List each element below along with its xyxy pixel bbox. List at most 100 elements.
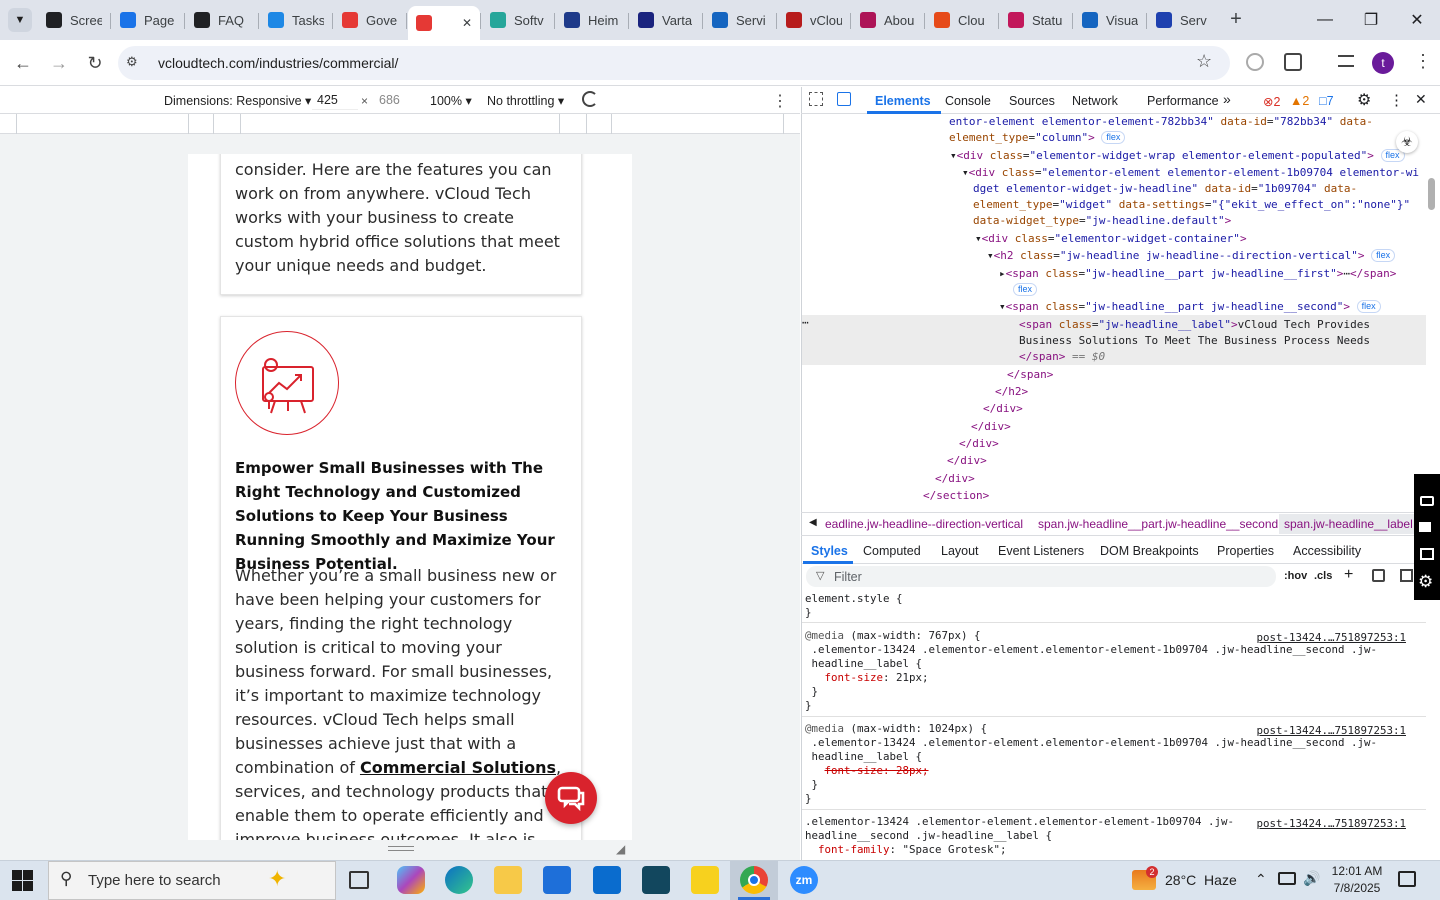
app-icon[interactable]: [642, 866, 670, 894]
tab-computed[interactable]: Computed: [863, 544, 921, 558]
dom-line-21[interactable]: </div>: [947, 452, 987, 469]
dom-line-18[interactable]: </div>: [983, 400, 1023, 417]
reload-button[interactable]: ↻: [80, 48, 110, 78]
dom-line-5[interactable]: dget elementor-widget-jw-headline" data-…: [973, 180, 1357, 197]
tab-dom-breakpoints[interactable]: DOM Breakpoints: [1100, 544, 1199, 558]
dimensions-select[interactable]: Dimensions: Responsive ▾: [164, 93, 311, 108]
dom-line-13[interactable]: <span class="jw-headline__label">vCloud …: [1019, 316, 1370, 333]
tab-accessibility[interactable]: Accessibility: [1293, 544, 1361, 558]
dom-line-17[interactable]: </h2>: [995, 383, 1028, 400]
notification-icon[interactable]: [1398, 871, 1416, 887]
browser-tab[interactable]: Scree: [38, 6, 110, 34]
dom-line-1[interactable]: entor-element elementor-element-782bb34"…: [949, 114, 1373, 130]
volume-icon[interactable]: 🔊: [1303, 870, 1320, 887]
browser-tab[interactable]: Serv: [1148, 6, 1220, 34]
accessibility-icon[interactable]: ☣: [1396, 131, 1418, 153]
breadcrumb-1[interactable]: eadline.jw-headline--direction-vertical: [825, 517, 1023, 531]
dom-tree[interactable]: entor-element elementor-element-782bb34"…: [802, 114, 1426, 511]
styles-pane[interactable]: element.style { } @media (max-width: 767…: [802, 590, 1426, 860]
color-format-icon[interactable]: [1372, 569, 1385, 582]
new-tab-button[interactable]: +: [1224, 8, 1248, 32]
rotate-icon[interactable]: [582, 91, 598, 107]
browser-tab[interactable]: Softv: [482, 6, 554, 34]
back-button[interactable]: ←: [8, 48, 38, 78]
dom-line-15[interactable]: </span> == $0: [1019, 348, 1105, 365]
more-tabs-icon[interactable]: »: [1223, 91, 1231, 107]
menu-icon[interactable]: ⋮: [1414, 52, 1432, 70]
minimize-button[interactable]: —: [1302, 0, 1348, 40]
tab-styles[interactable]: Styles: [811, 544, 848, 558]
dom-line-11[interactable]: flex: [1013, 281, 1038, 298]
video-icon[interactable]: [1419, 522, 1431, 532]
url-text[interactable]: vcloudtech.com/industries/commercial/: [158, 55, 398, 71]
sticky-notes-icon[interactable]: [691, 866, 719, 894]
tab-console[interactable]: Console: [945, 94, 991, 108]
browser-tab[interactable]: Heim: [556, 6, 628, 34]
profile-avatar[interactable]: t: [1372, 52, 1394, 74]
close-tab-icon[interactable]: ✕: [462, 16, 472, 30]
hov-toggle[interactable]: :hov: [1284, 570, 1307, 582]
file-explorer-icon[interactable]: [494, 866, 522, 894]
new-rule-icon[interactable]: +: [1344, 566, 1353, 584]
resize-handle-bottom[interactable]: [388, 846, 414, 851]
browser-tab[interactable]: Clou: [926, 6, 998, 34]
site-info-icon[interactable]: ⚙: [126, 54, 144, 72]
dom-line-19[interactable]: </div>: [971, 418, 1011, 435]
dom-scrollbar-thumb[interactable]: [1428, 178, 1435, 210]
maximize-button[interactable]: ❐: [1348, 0, 1394, 40]
zoom-app-icon[interactable]: zm: [790, 866, 818, 894]
settings-gear-icon[interactable]: ⚙: [1357, 90, 1371, 110]
camera-icon[interactable]: [1420, 496, 1434, 506]
tab-layout[interactable]: Layout: [941, 544, 979, 558]
devtools-menu-icon[interactable]: ⋮: [1389, 91, 1404, 109]
resize-handle-corner[interactable]: ◢: [616, 842, 625, 856]
tab-elements[interactable]: Elements: [875, 94, 931, 108]
selected-node-ellipsis[interactable]: ⋯: [802, 314, 809, 331]
commercial-solutions-link[interactable]: Commercial Solutions: [360, 758, 556, 777]
browser-tab[interactable]: FAQ: [186, 6, 258, 34]
error-count[interactable]: ⊗2: [1263, 94, 1280, 109]
window-icon[interactable]: [1420, 548, 1434, 560]
dom-line-16[interactable]: </span>: [1007, 366, 1053, 383]
source-link-2[interactable]: post-13424.…751897253:1: [1256, 724, 1406, 737]
height-input[interactable]: 686: [374, 90, 418, 110]
message-count[interactable]: □7: [1319, 94, 1334, 108]
clock-time[interactable]: 12:01 AM: [1330, 864, 1384, 878]
dom-line-10[interactable]: ▸<span class="jw-headline__part jw-headl…: [999, 265, 1396, 282]
tab-network[interactable]: Network: [1072, 94, 1118, 108]
browser-tab[interactable]: ✕: [408, 6, 480, 40]
tab-search-button[interactable]: ▼: [8, 8, 32, 32]
dom-line-14[interactable]: Business Solutions To Meet The Business …: [1019, 332, 1370, 349]
browser-tab[interactable]: Visua: [1074, 6, 1146, 34]
browser-tab[interactable]: Page: [112, 6, 184, 34]
tab-sources[interactable]: Sources: [1009, 94, 1055, 108]
dom-line-20[interactable]: </div>: [959, 435, 999, 452]
cls-toggle[interactable]: .cls: [1314, 570, 1332, 582]
tray-chevron-icon[interactable]: ⌃: [1255, 871, 1267, 888]
rule-element-style[interactable]: element.style { }: [805, 592, 903, 620]
dom-line-3[interactable]: ▾<div class="elementor-widget-wrap eleme…: [950, 147, 1405, 164]
media-query-ruler[interactable]: [0, 114, 800, 134]
dom-line-8[interactable]: ▾<div class="elementor-widget-container"…: [975, 230, 1247, 247]
browser-tab[interactable]: Tasks: [260, 6, 332, 34]
source-link-1[interactable]: post-13424.…751897253:1: [1256, 631, 1406, 644]
store-icon[interactable]: [543, 866, 571, 894]
dom-line-23[interactable]: </section>: [923, 487, 989, 504]
browser-tab[interactable]: Statu: [1000, 6, 1072, 34]
dom-line-12[interactable]: ▾<span class="jw-headline__part jw-headl…: [999, 298, 1381, 315]
browser-tab[interactable]: Servi: [704, 6, 776, 34]
edge-icon[interactable]: [445, 866, 473, 894]
sidebar-toggle-icon[interactable]: [1400, 569, 1413, 582]
breadcrumb-scroll-left[interactable]: ◀: [809, 517, 817, 528]
weather-text[interactable]: 28°C Haze: [1165, 872, 1237, 888]
inspect-icon[interactable]: [809, 92, 823, 106]
close-window-button[interactable]: ✕: [1394, 0, 1440, 40]
close-devtools-icon[interactable]: ✕: [1415, 91, 1427, 108]
media-icon[interactable]: [1338, 55, 1354, 67]
tab-event-listeners[interactable]: Event Listeners: [998, 544, 1084, 558]
device-more-icon[interactable]: ⋮: [772, 91, 788, 111]
browser-tab[interactable]: Varta: [630, 6, 702, 34]
copilot-icon[interactable]: [397, 866, 425, 894]
rule-font-family[interactable]: .elementor-13424 .elementor-element.elem…: [805, 815, 1234, 857]
dom-line-2[interactable]: element_type="column"> flex: [949, 129, 1126, 146]
